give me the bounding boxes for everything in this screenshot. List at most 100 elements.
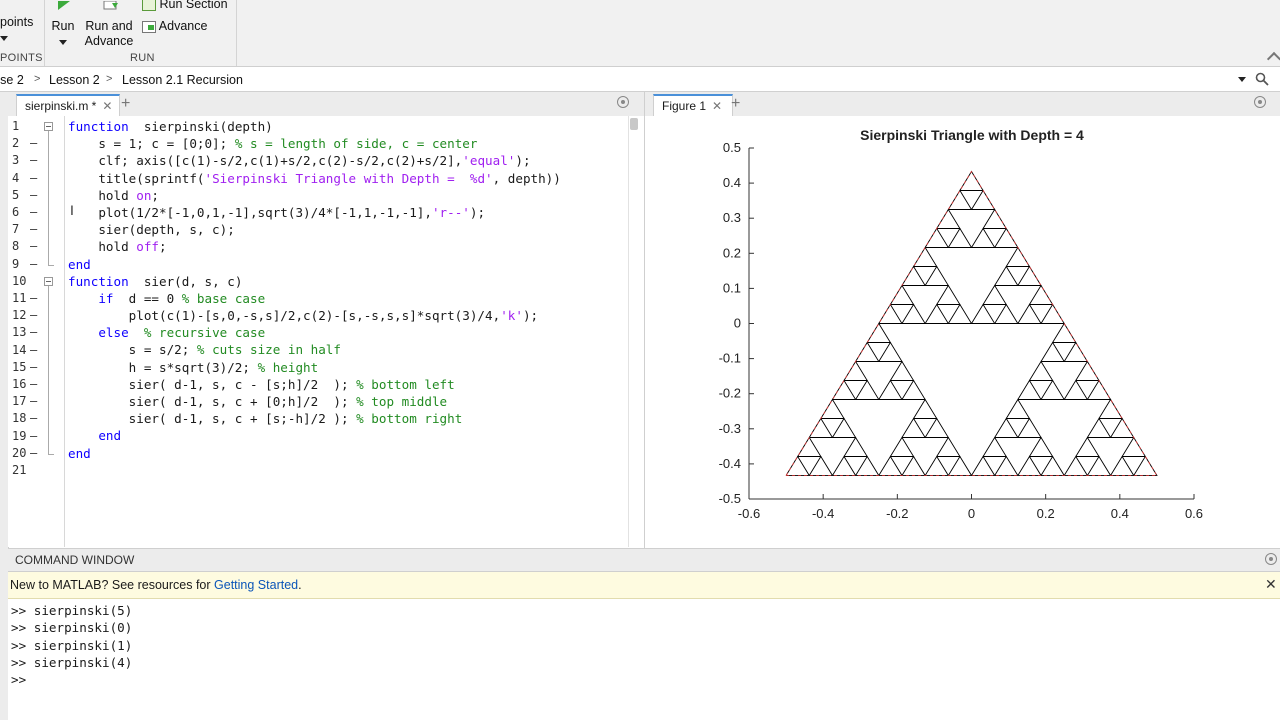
code-token: );: [469, 204, 486, 220]
code-line[interactable]: end: [68, 427, 561, 444]
sierpinski-base-triangle: [1040, 341, 1066, 362]
breakpoint-marker[interactable]: –: [30, 376, 37, 393]
code-line[interactable]: plot(c(1)-[s,0,-s,s]/2,c(2)-[s,-s,s,s]*s…: [68, 307, 561, 324]
code-line[interactable]: end: [68, 256, 561, 273]
sierpinski-base-triangle: [913, 398, 938, 419]
code-line[interactable]: [68, 462, 561, 479]
code-line[interactable]: sier(depth, s, c);: [68, 221, 561, 238]
code-lines[interactable]: function sierpinski(depth) s = 1; c = [0…: [68, 118, 561, 479]
code-line[interactable]: sier( d-1, s, c + [s;-h]/2 ); % bottom r…: [68, 410, 561, 427]
code-token: end: [68, 256, 91, 272]
sierpinski-base-triangle: [1029, 436, 1054, 457]
breakpoint-marker[interactable]: –: [30, 445, 37, 462]
sierpinski-base-triangle: [982, 436, 1008, 457]
breakpoint-marker[interactable]: –: [30, 187, 37, 204]
breakpoint-marker[interactable]: –: [30, 410, 37, 427]
code-line[interactable]: s = s/2; % cuts size in half: [68, 341, 561, 358]
code-line[interactable]: clf; axis([c(1)-s/2,c(1)+s/2,c(2)-s/2,c(…: [68, 152, 561, 169]
x-tick-label: 0.6: [1185, 506, 1203, 521]
run-button[interactable]: Run: [50, 0, 76, 49]
sierpinski-base-triangle: [1075, 436, 1100, 457]
breadcrumb-folder[interactable]: Lesson 2.1 Recursion: [122, 73, 243, 87]
code-token: plot(c(1)-[s,0,-s,s]/2,c(2)-[s,-s,s,s]*s…: [68, 308, 501, 324]
sierpinski-base-triangle: [1029, 360, 1054, 381]
code-line[interactable]: s = 1; c = [0;0]; % s = length of side, …: [68, 135, 561, 152]
command-line: >> sierpinski(4): [11, 654, 133, 670]
code-line[interactable]: title(sprintf('Sierpinski Triangle with …: [68, 170, 561, 187]
breakpoint-marker[interactable]: –: [30, 152, 37, 169]
code-editor[interactable]: 1 2–3–4–5–6–7–8–9–10 11–12–13–14–15–16–17–…: [8, 116, 644, 547]
breakpoint-marker[interactable]: –: [30, 393, 37, 410]
breakpoint-marker[interactable]: –: [30, 256, 37, 273]
x-tick-label: 0.2: [1037, 506, 1055, 521]
sierpinski-base-triangle: [1121, 436, 1147, 457]
fold-toggle-icon[interactable]: [44, 122, 53, 131]
figure-canvas[interactable]: Sierpinski Triangle with Depth = 4 0.5 0.…: [645, 116, 1280, 547]
run-and-advance-button[interactable]: Run and Advance: [84, 0, 134, 49]
sierpinski-base-triangle: [959, 170, 984, 191]
address-dropdown-icon[interactable]: [1238, 77, 1246, 82]
code-token: % recursive case: [143, 325, 266, 341]
close-icon[interactable]: ✕: [712, 99, 722, 113]
code-token: ;: [159, 239, 167, 255]
breadcrumb-lesson[interactable]: Lesson 2: [49, 73, 100, 87]
breakpoint-marker[interactable]: –: [30, 428, 37, 445]
sierpinski-base-triangle: [924, 227, 950, 248]
code-line[interactable]: sier( d-1, s, c - [s;h]/2 ); % bottom le…: [68, 376, 561, 393]
breakpoint-marker[interactable]: –: [30, 324, 37, 341]
address-bar[interactable]: rse 2 > Lesson 2 > Lesson 2.1 Recursion: [0, 68, 1280, 92]
sierpinski-base-triangle: [1087, 379, 1112, 400]
code-line[interactable]: else % recursive case: [68, 324, 561, 341]
editor-tab-sierpinski[interactable]: sierpinski.m * ✕: [16, 94, 120, 116]
code-token: s = s/2;: [68, 342, 197, 358]
close-icon[interactable]: ✕: [102, 99, 112, 113]
sierpinski-base-triangle: [832, 417, 857, 438]
breakpoint-marker[interactable]: –: [30, 221, 37, 238]
figure-tab[interactable]: Figure 1 ✕: [653, 94, 733, 116]
sierpinski-base-triangle: [855, 379, 880, 400]
breakpoint-marker[interactable]: –: [30, 135, 37, 152]
editor-options-icon[interactable]: [617, 96, 629, 108]
toolstrip-expand-icon[interactable]: [1266, 48, 1280, 67]
breakpoint-marker[interactable]: –: [30, 307, 37, 324]
x-tick-label: -0.4: [812, 506, 834, 521]
command-window-options-icon[interactable]: [1265, 553, 1277, 565]
line-number-gutter: 1 2–3–4–5–6–7–8–9–10 11–12–13–14–15–16–17–…: [8, 116, 65, 547]
new-figure-tab-icon[interactable]: +: [731, 95, 740, 113]
breakpoint-marker[interactable]: –: [30, 290, 37, 307]
code-line[interactable]: function sierpinski(depth): [68, 118, 561, 135]
figure-options-icon[interactable]: [1254, 96, 1266, 108]
getting-started-link[interactable]: Getting Started: [214, 578, 298, 592]
code-line[interactable]: plot(1/2*[-1,0,1,-1],sqrt(3)/4*[-1,1,-1,…: [68, 204, 561, 221]
code-line[interactable]: if d == 0 % base case: [68, 290, 561, 307]
breakpoints-button[interactable]: points: [0, 15, 33, 45]
code-line[interactable]: hold off;: [68, 238, 561, 255]
advance-button[interactable]: Advance: [142, 19, 207, 34]
breakpoint-marker[interactable]: –: [30, 238, 37, 255]
fold-toggle-icon[interactable]: [44, 276, 53, 286]
new-tab-icon[interactable]: +: [121, 95, 130, 113]
editor-scrollbar[interactable]: [630, 118, 638, 130]
sierpinski-base-triangle: [889, 436, 915, 457]
breakpoint-marker[interactable]: –: [30, 170, 37, 187]
code-line[interactable]: end: [68, 445, 561, 462]
sierpinski-base-triangle: [1087, 417, 1112, 438]
toolstrip-separator: [44, 0, 45, 66]
figure-tab-label: Figure 1: [662, 99, 707, 113]
breadcrumb-course[interactable]: rse 2: [0, 73, 24, 87]
code-line[interactable]: h = s*sqrt(3)/2; % height: [68, 359, 561, 376]
code-line[interactable]: function sier(d, s, c): [68, 273, 561, 290]
search-icon[interactable]: [1255, 72, 1269, 86]
breakpoint-marker[interactable]: –: [30, 359, 37, 376]
run-section-button[interactable]: Run Section: [142, 0, 228, 12]
run-dropdown-icon[interactable]: [59, 40, 67, 45]
breakpoint-marker[interactable]: –: [30, 342, 37, 359]
sierpinski-base-triangle: [855, 455, 880, 476]
breakpoints-dropdown-icon[interactable]: [0, 36, 8, 41]
command-window[interactable]: >> sierpinski(5) >> sierpinski(0) >> sierp…: [8, 599, 1280, 720]
close-notice-icon[interactable]: ✕: [1265, 576, 1277, 593]
breakpoint-marker[interactable]: –: [30, 204, 37, 221]
code-line[interactable]: sier( d-1, s, c + [0;h]/2 ); % top middl…: [68, 393, 561, 410]
code-line[interactable]: hold on;: [68, 187, 561, 204]
